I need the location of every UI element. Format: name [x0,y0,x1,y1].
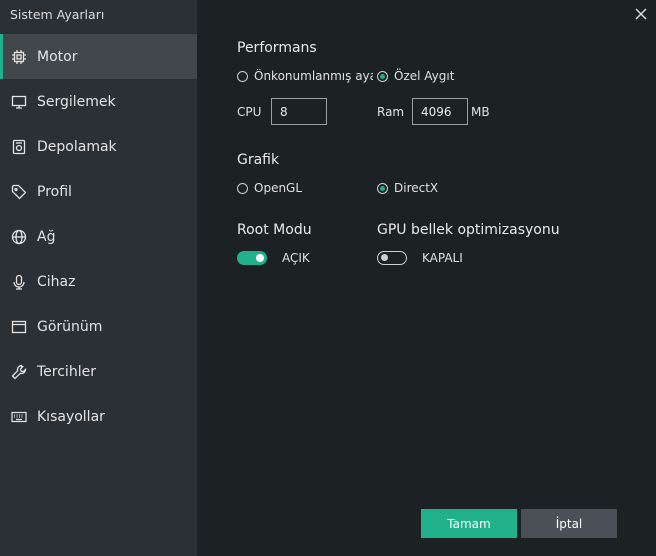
toggle-knob [256,254,264,262]
sidebar-item-label: Kısayollar [37,408,105,425]
settings-panel: Performans Önkonumlanmış ayarlar Özel Ay… [197,0,656,556]
ram-label: Ram [377,105,405,119]
performance-title: Performans [237,40,317,56]
sidebar: Sistem Ayarları Motor Sergilemek Depolam… [0,0,197,556]
radio-custom-indicator [377,70,388,82]
microphone-icon [11,274,27,290]
sidebar-item-cihaz[interactable]: Cihaz [0,259,197,304]
ram-input[interactable] [412,98,468,125]
sidebar-item-motor[interactable]: Motor [0,34,197,79]
root-mode-state: AÇIK [282,251,310,265]
sidebar-item-label: Motor [37,48,78,65]
radio-opengl-label: OpenGL [254,181,303,195]
sidebar-item-label: Görünüm [37,318,103,335]
window-title: Sistem Ayarları [10,7,105,22]
graphics-title: Grafik [237,152,280,168]
window-icon [11,319,27,335]
keyboard-icon [11,409,27,425]
toggle-knob [381,254,388,261]
sidebar-item-tercihler[interactable]: Tercihler [0,349,197,394]
cancel-button[interactable]: İptal [521,509,617,538]
root-mode-title: Root Modu [237,222,312,238]
sidebar-item-sergilemek[interactable]: Sergilemek [0,79,197,124]
cpu-input[interactable] [271,98,327,125]
monitor-icon [11,94,27,110]
sidebar-item-label: Profil [37,183,72,200]
gpu-optimization-state: KAPALI [422,251,463,265]
radio-directx-label: DirectX [394,181,439,195]
sidebar-item-label: Tercihler [37,363,96,380]
sidebar-item-ag[interactable]: Ağ [0,214,197,259]
storage-icon [11,139,27,155]
sidebar-item-label: Sergilemek [37,93,116,110]
radio-directx-indicator [377,182,388,194]
tag-icon [11,184,27,200]
sidebar-item-gorunum[interactable]: Görünüm [0,304,197,349]
gpu-optimization-title: GPU bellek optimizasyonu [377,222,560,238]
radio-custom-label: Özel Aygıt [394,69,455,83]
cpu-label: CPU [237,105,262,119]
gpu-optimization-toggle[interactable] [377,251,407,265]
radio-preset-label: Önkonumlanmış ayarlar [254,69,373,83]
sidebar-item-label: Ağ [37,228,56,245]
sidebar-item-kisayollar[interactable]: Kısayollar [0,394,197,439]
cpu-icon [11,49,27,65]
radio-preset-indicator [237,70,248,82]
radio-opengl[interactable]: OpenGL [237,181,302,195]
radio-directx[interactable]: DirectX [377,181,438,195]
radio-opengl-indicator [237,182,248,194]
root-mode-toggle[interactable] [237,251,267,265]
wrench-icon [11,364,27,380]
ram-unit: MB [471,105,490,119]
radio-preset[interactable]: Önkonumlanmış ayarlar [237,69,373,83]
ok-button[interactable]: Tamam [421,509,517,538]
sidebar-item-profil[interactable]: Profil [0,169,197,214]
sidebar-nav: Motor Sergilemek Depolamak Profil Ağ Cih… [0,34,197,439]
sidebar-item-label: Cihaz [37,273,76,290]
sidebar-item-label: Depolamak [37,138,117,155]
sidebar-item-depolamak[interactable]: Depolamak [0,124,197,169]
radio-custom[interactable]: Özel Aygıt [377,69,454,83]
globe-icon [11,229,27,245]
